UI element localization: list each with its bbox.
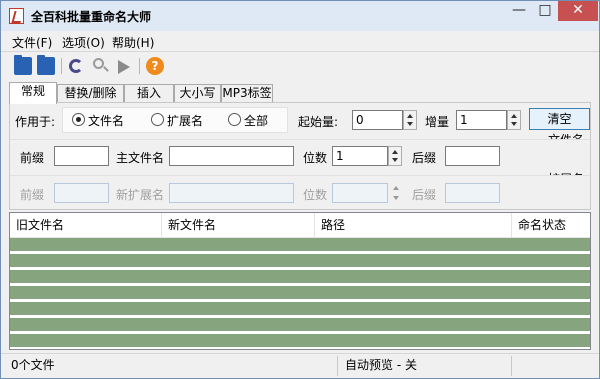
ext-prefix-input bbox=[54, 183, 109, 203]
toolbar-separator bbox=[139, 58, 140, 74]
radio-extension-label: 扩展名 bbox=[167, 114, 204, 128]
ext-suffix-label: 后缀 bbox=[412, 188, 437, 202]
menu-bar: 文件(F) 选项(O) 帮助(H) bbox=[1, 31, 599, 51]
radio-filename-label: 文件名 bbox=[88, 114, 125, 128]
ext-digits-stepper bbox=[390, 183, 404, 203]
play-icon[interactable] bbox=[118, 60, 130, 74]
new-extension-input bbox=[169, 183, 294, 203]
search-icon[interactable] bbox=[93, 58, 104, 69]
close-button[interactable]: ✕ bbox=[558, 1, 598, 21]
tab-replace-delete[interactable]: 替换/删除 bbox=[57, 84, 124, 103]
increment-input[interactable]: 1 bbox=[456, 110, 507, 130]
prefix-input[interactable] bbox=[54, 146, 109, 166]
app-window: 全百科批量重命名大师 — □ ✕ 文件(F) 选项(O) 帮助(H) ? 常规 … bbox=[0, 0, 600, 379]
digits-label: 位数 bbox=[303, 151, 328, 165]
tab-case[interactable]: 大小写 bbox=[174, 84, 221, 103]
file-list[interactable]: 旧文件名 新文件名 路径 命名状态 bbox=[9, 212, 591, 350]
radio-extension[interactable] bbox=[151, 113, 164, 126]
digits-stepper[interactable] bbox=[388, 146, 402, 166]
file-count-status: 0个文件 bbox=[11, 358, 55, 372]
main-filename-label: 主文件名 bbox=[116, 151, 165, 165]
radio-filename[interactable] bbox=[72, 113, 85, 126]
prefix-label: 前缀 bbox=[20, 151, 45, 165]
toolbar: ? bbox=[1, 51, 599, 79]
column-path[interactable]: 路径 bbox=[315, 213, 512, 238]
list-row bbox=[10, 334, 590, 348]
extension-row: 前缀 新扩展名 位数 后缀 bbox=[10, 175, 590, 207]
open-file-icon[interactable] bbox=[37, 55, 55, 75]
column-new-filename[interactable]: 新文件名 bbox=[162, 213, 315, 238]
file-list-body bbox=[10, 238, 590, 349]
column-rename-status[interactable]: 命名状态 bbox=[512, 213, 590, 238]
filename-row: 前缀 主文件名 位数 1 后缀 bbox=[10, 139, 590, 171]
new-extension-label: 新扩展名 bbox=[116, 188, 165, 202]
column-old-filename[interactable]: 旧文件名 bbox=[10, 213, 162, 238]
menu-help[interactable]: 帮助(H) bbox=[112, 34, 154, 51]
help-icon[interactable]: ? bbox=[146, 57, 164, 75]
radio-all[interactable] bbox=[228, 113, 241, 126]
start-value-input[interactable]: 0 bbox=[352, 110, 403, 130]
menu-file[interactable]: 文件(F) bbox=[12, 34, 52, 51]
apply-to-radio-group: 文件名 扩展名 全部 bbox=[62, 107, 288, 133]
start-value-stepper[interactable] bbox=[403, 110, 417, 130]
list-row bbox=[10, 238, 590, 252]
digits-input[interactable]: 1 bbox=[332, 146, 388, 166]
title-bar: 全百科批量重命名大师 — □ ✕ bbox=[1, 1, 599, 31]
window-title: 全百科批量重命名大师 bbox=[31, 10, 152, 24]
status-bar: 0个文件 自动预览 - 关 bbox=[1, 353, 599, 378]
undo-icon[interactable] bbox=[69, 59, 83, 73]
list-row bbox=[10, 302, 590, 316]
start-value-label: 起始量: bbox=[298, 115, 339, 129]
ext-digits-label: 位数 bbox=[303, 188, 328, 202]
toolbar-separator bbox=[61, 58, 62, 74]
radio-all-label: 全部 bbox=[244, 114, 269, 128]
list-row bbox=[10, 254, 590, 268]
tab-general[interactable]: 常规 bbox=[9, 82, 57, 104]
ext-suffix-input bbox=[445, 183, 500, 203]
app-logo-icon bbox=[9, 8, 24, 24]
list-row bbox=[10, 318, 590, 332]
general-panel: 作用于: 文件名 扩展名 全部 起始量: 0 增量 1 清空 文件名 前缀 主文… bbox=[9, 102, 591, 210]
tab-mp3-tags[interactable]: MP3标签 bbox=[221, 84, 273, 103]
increment-label: 增量 bbox=[425, 115, 450, 129]
list-row bbox=[10, 270, 590, 284]
clear-button[interactable]: 清空 bbox=[529, 108, 590, 130]
main-filename-input[interactable] bbox=[169, 146, 294, 166]
increment-stepper[interactable] bbox=[507, 110, 521, 130]
tab-insert[interactable]: 插入 bbox=[124, 84, 174, 103]
open-folder-icon[interactable] bbox=[14, 55, 32, 75]
status-separator bbox=[337, 356, 338, 376]
suffix-input[interactable] bbox=[445, 146, 500, 166]
maximize-button[interactable]: □ bbox=[532, 1, 558, 21]
minimize-button[interactable]: — bbox=[506, 1, 532, 21]
status-separator bbox=[511, 356, 512, 376]
auto-preview-status[interactable]: 自动预览 - 关 bbox=[341, 354, 417, 378]
file-list-header: 旧文件名 新文件名 路径 命名状态 bbox=[10, 213, 590, 238]
ext-digits-input bbox=[332, 183, 388, 203]
list-row bbox=[10, 286, 590, 300]
apply-to-label: 作用于: bbox=[15, 115, 56, 129]
suffix-label: 后缀 bbox=[412, 151, 437, 165]
menu-options[interactable]: 选项(O) bbox=[62, 34, 105, 51]
ext-prefix-label: 前缀 bbox=[20, 188, 45, 202]
